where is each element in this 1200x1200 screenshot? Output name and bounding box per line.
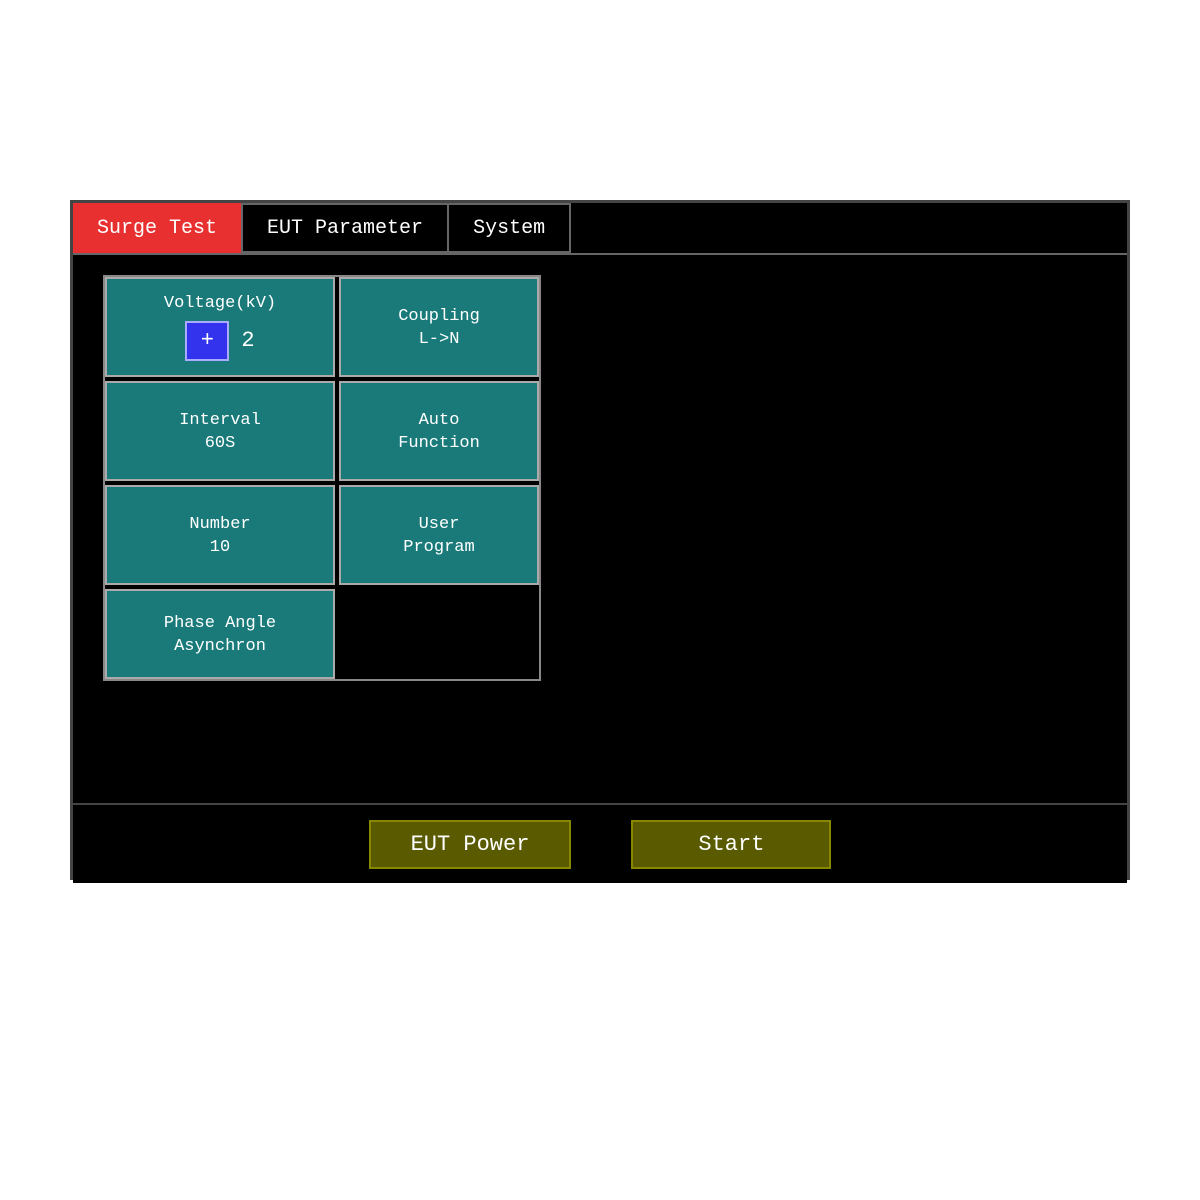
auto-function-line2: Function [398, 434, 480, 453]
number-line2: 10 [210, 538, 230, 557]
voltage-cell[interactable]: Voltage(kV) + 2 [105, 277, 335, 377]
tab-surge-test[interactable]: Surge Test [73, 203, 243, 253]
screen-wrapper: Surge Test EUT Parameter System Voltage(… [70, 200, 1130, 880]
voltage-value: 2 [241, 328, 254, 353]
voltage-plus-button[interactable]: + [185, 321, 229, 361]
user-program-cell[interactable]: User Program [339, 485, 539, 585]
voltage-label: Voltage(kV) [121, 294, 319, 313]
phase-angle-line2: Asynchron [174, 637, 266, 656]
interval-line2: 60S [205, 434, 236, 453]
main-content: Voltage(kV) + 2 Coupling L->N Interval 6… [73, 255, 1127, 803]
auto-function-cell[interactable]: Auto Function [339, 381, 539, 481]
coupling-cell[interactable]: Coupling L->N [339, 277, 539, 377]
auto-function-line1: Auto [419, 409, 460, 433]
user-program-line2: Program [403, 538, 474, 557]
voltage-bottom-row: + 2 [121, 321, 319, 361]
param-grid: Voltage(kV) + 2 Coupling L->N Interval 6… [103, 275, 541, 681]
coupling-line1: Coupling [398, 305, 480, 329]
interval-line1: Interval [179, 409, 261, 433]
bottom-bar: EUT Power Start [73, 803, 1127, 883]
tab-bar: Surge Test EUT Parameter System [73, 203, 1127, 255]
user-program-line1: User [419, 513, 460, 537]
interval-cell[interactable]: Interval 60S [105, 381, 335, 481]
start-button[interactable]: Start [631, 820, 831, 869]
phase-angle-cell[interactable]: Phase Angle Asynchron [105, 589, 335, 679]
eut-power-button[interactable]: EUT Power [369, 820, 572, 869]
coupling-line2: L->N [419, 330, 460, 349]
tab-eut-parameter[interactable]: EUT Parameter [243, 203, 449, 253]
number-cell[interactable]: Number 10 [105, 485, 335, 585]
tab-system[interactable]: System [449, 203, 571, 253]
number-line1: Number [189, 513, 250, 537]
phase-angle-line1: Phase Angle [164, 612, 276, 636]
